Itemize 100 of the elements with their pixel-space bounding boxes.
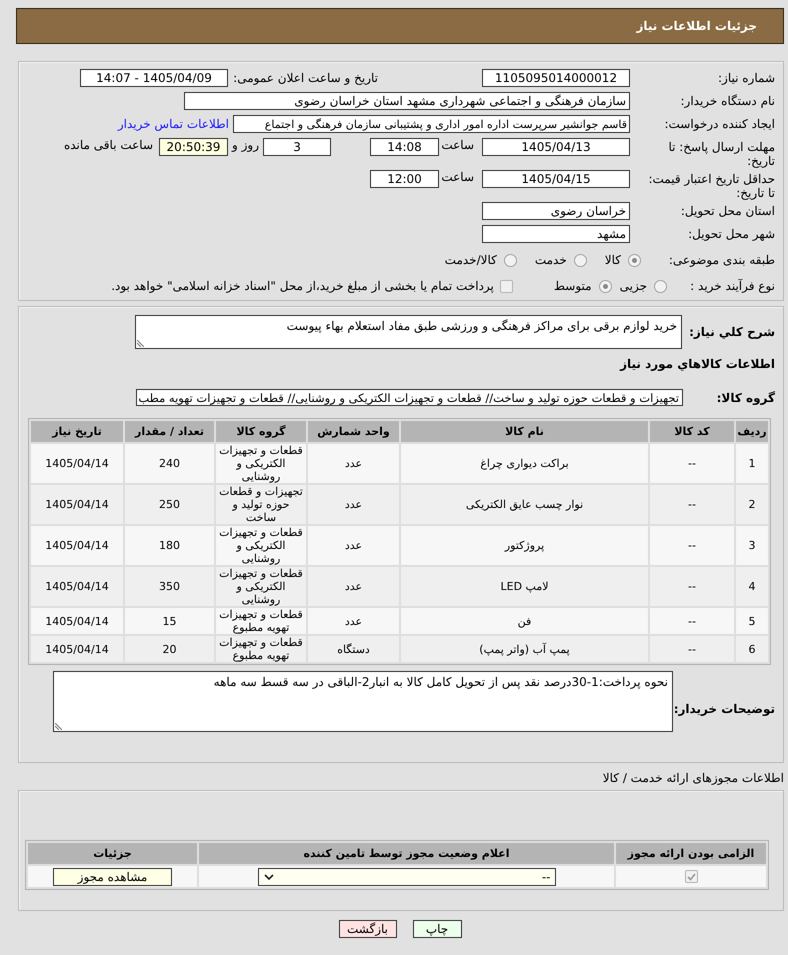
delivery-province-field[interactable]: خراسان رضوی <box>482 202 630 220</box>
table-cell: عدد <box>308 444 399 483</box>
deadline-date-field[interactable]: 1405/04/13 <box>482 138 630 156</box>
table-cell: 1405/04/14 <box>31 526 123 565</box>
column-header: تاریخ نیاز <box>31 421 123 442</box>
table-cell: عدد <box>308 608 399 634</box>
field-label: ایجاد کننده درخواست: <box>663 117 775 131</box>
table-cell: پروژکتور <box>401 526 648 565</box>
radio-label: خدمت <box>534 253 567 267</box>
remaining-days-field[interactable]: 3 <box>263 138 331 156</box>
table-cell: براکت دیواری چراغ <box>401 444 648 483</box>
table-cell: قطعات و تجهیزات تهویه مطبوع <box>216 636 306 662</box>
table-cell: -- <box>650 485 734 524</box>
buyer-notes-field[interactable]: نحوه پرداخت:1-30درصد نقد پس از تحویل کامل کالا به انبار2-الباقی در سه قسط سه ماهه <box>53 671 673 732</box>
radio-button[interactable] <box>598 280 612 292</box>
checkbox[interactable] <box>500 280 513 292</box>
table-cell: 1405/04/14 <box>31 485 123 524</box>
table-cell: پمپ آب (واتر پمپ) <box>401 636 648 662</box>
license-status-select[interactable]: -- <box>258 868 556 886</box>
announcement-date-field[interactable]: 1405/04/09 - 14:07 <box>80 69 228 87</box>
need-number-field[interactable]: 1105095014000012 <box>482 69 630 87</box>
table-cell: فن <box>401 608 648 634</box>
radio-label: جزیی <box>620 279 647 293</box>
table-cell: 1405/04/14 <box>31 567 123 606</box>
table-cell: 5 <box>736 608 768 634</box>
buyer-organization-field[interactable]: سازمان فرهنگی و اجتماعی شهرداری مشهد استان خراسان رضوی <box>184 92 630 110</box>
table-cell: قطعات و تجهیزات الکتریکی و روشنایی <box>216 526 306 565</box>
column-header: جزئیات <box>28 843 197 864</box>
field-label: شهر محل تحویل: <box>687 227 775 241</box>
table-cell: 20 <box>125 636 214 662</box>
checkbox[interactable] <box>684 870 698 884</box>
table-cell: 2 <box>736 485 768 524</box>
table-cell: 4 <box>736 567 768 606</box>
view-license-button[interactable]: مشاهده مجوز <box>53 868 172 886</box>
table-cell: 240 <box>125 444 214 483</box>
table-cell: 1405/04/14 <box>31 608 123 634</box>
radio-button[interactable] <box>628 254 641 266</box>
deadline-time-field[interactable]: 14:08 <box>370 138 439 156</box>
column-header: نام کالا <box>401 421 648 442</box>
price-validity-date-field[interactable]: 1405/04/15 <box>482 170 630 188</box>
field-label: شرح کلي نياز: <box>688 325 775 339</box>
table-cell: 6 <box>736 636 768 662</box>
field-label: استان محل تحویل: <box>680 204 775 218</box>
radio-label: کالا <box>604 253 621 267</box>
checkbox-label: پرداخت تمام یا بخشی از مبلغ خرید،از محل "اسناد خزانه اسلامی" خواهد بود. <box>111 279 494 293</box>
print-button[interactable]: چاپ <box>412 920 462 938</box>
table-cell: 350 <box>125 567 214 606</box>
table-cell: -- <box>650 608 734 634</box>
column-header: تعداد / مقدار <box>125 421 214 442</box>
table-cell: قطعات و تجهیزات تهویه مطبوع <box>216 608 306 634</box>
price-validity-time-field[interactable]: 12:00 <box>370 170 439 188</box>
goods-group-field[interactable]: تجهیزات و قطعات حوزه تولید و ساخت// قطعات و تجهیزات الکتریکی و روشنایی// قطعات و تجهیزات تهویه مطب <box>136 389 683 406</box>
section-title: اطلاعات مجوزهای ارائه خدمت / کالا <box>602 771 784 785</box>
days-label: روز و <box>230 138 260 152</box>
table-cell: لامپ LED <box>401 567 648 606</box>
radio-button[interactable] <box>654 280 667 292</box>
remaining-time-field[interactable]: 20:50:39 <box>159 138 228 156</box>
table-cell: تجهیزات و قطعات حوزه تولید و ساخت <box>216 485 306 524</box>
buyer-contact-link[interactable]: اطلاعات تماس خریدار <box>118 117 229 131</box>
field-label: مهلت ارسال پاسخ: تا تاریخ: <box>667 139 775 168</box>
radio-button[interactable] <box>574 254 587 266</box>
table-cell: 180 <box>125 526 214 565</box>
field-label: شماره نیاز: <box>717 71 775 85</box>
table-cell: -- <box>650 567 734 606</box>
page-title: جزئیات اطلاعات نیاز <box>636 19 757 33</box>
requester-field[interactable]: قاسم جوانشیر سرپرست اداره امور اداری و پشتیبانی سازمان فرهنگی و اجتماع <box>233 115 630 133</box>
radio-label: متوسط <box>554 279 592 293</box>
column-header: اعلام وضعیت مجوز توسط تامین کننده <box>199 843 614 864</box>
checkmark-icon <box>686 872 696 881</box>
description-field[interactable]: خرید لوازم برقی برای مراکز فرهنگی و ورزشی طبق مفاد استعلام بهاء پیوست <box>135 315 682 349</box>
table-cell: -- <box>650 636 734 662</box>
back-button[interactable]: بازگشت <box>338 920 396 938</box>
table-cell: 1405/04/14 <box>31 444 123 483</box>
radio-label: کالا/خدمت <box>444 253 497 267</box>
field-label: نوع فرآیند خرید : <box>689 279 775 293</box>
table-cell: 1405/04/14 <box>31 636 123 662</box>
table-cell: 3 <box>736 526 768 565</box>
table-cell: 1 <box>736 444 768 483</box>
time-label: ساعت <box>440 138 474 152</box>
table-cell: عدد <box>308 567 399 606</box>
field-label: توضیحات خریدار: <box>673 700 775 716</box>
table-cell: عدد <box>308 485 399 524</box>
field-label: حداقل تاریخ اعتبار قیمت: تا تاریخ: <box>647 171 775 200</box>
field-label: تاریخ و ساعت اعلان عمومی: <box>232 71 378 85</box>
column-header: گروه کالا <box>216 421 306 442</box>
table-cell: 250 <box>125 485 214 524</box>
resize-grip-icon[interactable] <box>55 723 62 730</box>
table-cell: قطعات و تجهیزات الکتریکی و روشنایی <box>216 444 306 483</box>
table-cell: عدد <box>308 526 399 565</box>
table-cell: -- <box>650 444 734 483</box>
table-cell: دستگاه <box>308 636 399 662</box>
column-header: واحد شمارش <box>308 421 399 442</box>
field-label: نام دستگاه خریدار: <box>680 94 775 108</box>
field-label: گروه کالا: <box>716 390 775 404</box>
table-cell: -- <box>650 526 734 565</box>
delivery-city-field[interactable]: مشهد <box>482 225 630 243</box>
table-cell: نوار چسب عایق الکتریکی <box>401 485 648 524</box>
resize-grip-icon[interactable] <box>137 340 144 347</box>
radio-button[interactable] <box>504 254 517 266</box>
column-header: الزامی بودن ارائه مجوز <box>616 843 766 864</box>
